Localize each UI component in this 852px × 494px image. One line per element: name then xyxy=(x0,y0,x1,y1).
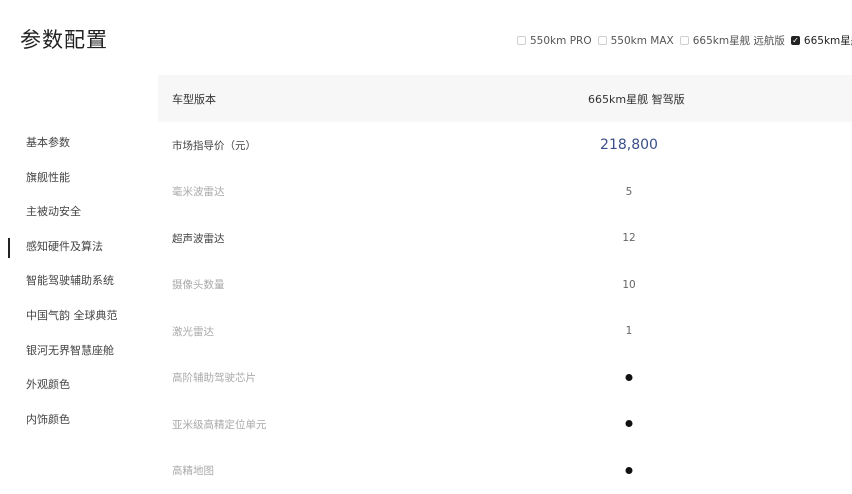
table-row: 高精地图 xyxy=(158,448,852,494)
version-option-550-pro[interactable]: 550km PRO xyxy=(517,35,592,47)
checkbox-icon[interactable] xyxy=(517,36,526,45)
row-value: 1 xyxy=(626,325,633,337)
version-label: 550km MAX xyxy=(611,35,674,47)
version-label: 665km星舰 智 xyxy=(804,33,852,48)
table-row: 摄像头数量 10 xyxy=(158,262,852,309)
sidebar-item-basic-params[interactable]: 基本参数 xyxy=(0,126,150,161)
row-label: 激光雷达 xyxy=(158,324,214,339)
checkbox-icon[interactable] xyxy=(680,36,689,45)
table-row: 高阶辅助驾驶芯片 xyxy=(158,355,852,402)
row-value: 12 xyxy=(622,232,635,244)
header-version: 665km星舰 智驾版 xyxy=(588,91,685,107)
row-label: 高精地图 xyxy=(158,463,214,478)
standard-dot-icon xyxy=(626,465,633,477)
standard-dot-icon xyxy=(626,372,633,384)
table-row-price: 市场指导价（元） 218,800 xyxy=(158,122,852,169)
row-label: 高阶辅助驾驶芯片 xyxy=(158,370,256,385)
page-title: 参数配置 xyxy=(20,24,108,54)
row-label: 毫米波雷达 xyxy=(158,184,225,199)
header-label: 车型版本 xyxy=(158,91,372,107)
row-value: 5 xyxy=(626,186,633,198)
spec-table: 车型版本 665km星舰 智驾版 市场指导价（元） 218,800 毫米波雷达 … xyxy=(158,75,852,494)
sidebar-item-performance[interactable]: 旗舰性能 xyxy=(0,161,150,196)
sidebar-item-interior-color[interactable]: 内饰颜色 xyxy=(0,403,150,438)
checkbox-icon[interactable] xyxy=(598,36,607,45)
version-option-665-yuanhang[interactable]: 665km星舰 远航版 xyxy=(680,33,785,48)
sidebar-nav: 基本参数 旗舰性能 主被动安全 感知硬件及算法 智能驾驶辅助系统 中国气韵 全球… xyxy=(0,126,150,437)
table-row: 激光雷达 1 xyxy=(158,308,852,355)
sidebar-item-smart-cockpit[interactable]: 银河无界智慧座舱 xyxy=(0,334,150,369)
sidebar-item-sensing-hardware[interactable]: 感知硬件及算法 xyxy=(0,230,150,265)
version-option-550-max[interactable]: 550km MAX xyxy=(598,35,674,47)
version-selector: 550km PRO 550km MAX 665km星舰 远航版 ✓ 665km星… xyxy=(517,33,852,48)
sidebar-item-safety[interactable]: 主被动安全 xyxy=(0,195,150,230)
sidebar-item-chinese-charm[interactable]: 中国气韵 全球典范 xyxy=(0,299,150,334)
sidebar-item-exterior-color[interactable]: 外观颜色 xyxy=(0,368,150,403)
version-label: 665km星舰 远航版 xyxy=(693,33,785,48)
row-label: 超声波雷达 xyxy=(158,231,225,246)
sidebar-item-driving-assist[interactable]: 智能驾驶辅助系统 xyxy=(0,264,150,299)
row-label: 亚米级高精定位单元 xyxy=(158,417,267,432)
row-label: 摄像头数量 xyxy=(158,277,225,292)
table-header: 车型版本 665km星舰 智驾版 xyxy=(158,75,852,122)
row-label: 市场指导价（元） xyxy=(158,138,256,153)
table-row: 毫米波雷达 5 xyxy=(158,169,852,216)
standard-dot-icon xyxy=(626,418,633,430)
table-row: 亚米级高精定位单元 xyxy=(158,401,852,448)
version-option-665-zhi[interactable]: ✓ 665km星舰 智 xyxy=(791,33,852,48)
price-value: 218,800 xyxy=(600,137,658,153)
version-label: 550km PRO xyxy=(530,35,592,47)
row-value: 10 xyxy=(622,279,635,291)
checkbox-checked-icon[interactable]: ✓ xyxy=(791,36,800,45)
table-row: 超声波雷达 12 xyxy=(158,215,852,262)
